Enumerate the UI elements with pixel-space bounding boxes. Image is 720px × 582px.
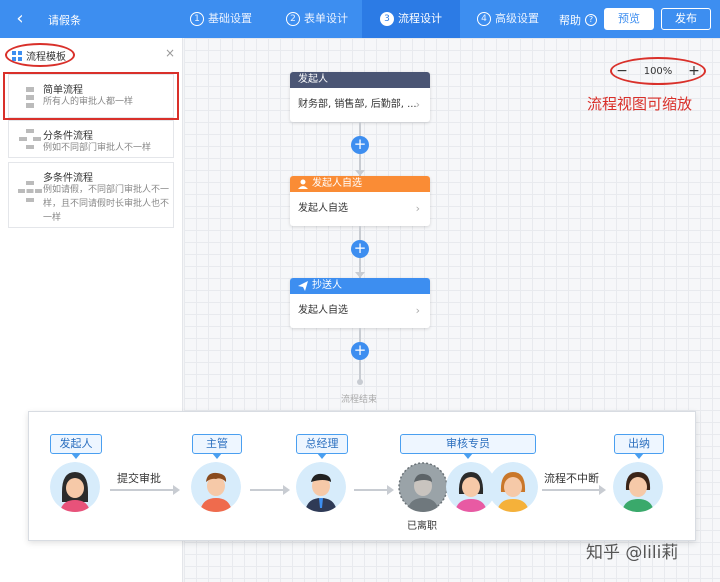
flow-node-cc[interactable]: 抄送人 发起人自选 › [290,278,430,328]
publish-button[interactable]: 发布 [661,8,711,30]
step-number: 2 [286,12,300,26]
end-label: 流程结束 [341,395,378,405]
avatar-initiator-icon [50,462,100,512]
tab-basic-settings[interactable]: 1 基础设置 [190,0,252,38]
continue-label: 流程不中断 [544,472,599,485]
multi-branch-flow-icon [18,181,42,202]
template-multi-conditional[interactable]: 多条件流程 例如请假，不同部门审批人不一样，且不同请假时长审批人也不一样 [8,162,174,228]
step-label: 流程设计 [398,12,442,25]
add-node-button[interactable]: + [351,136,369,154]
close-icon[interactable]: × [165,46,175,60]
node-value: 财务部, 销售部, 后勤部, ... [298,99,417,110]
step-label: 基础设置 [208,12,252,25]
node-header: 发起人 [290,72,430,88]
flow-arrow [354,485,394,495]
avatar-departed-icon [398,462,448,512]
zoom-hint-annotation: 流程视图可缩放 [587,95,693,113]
avatar-cashier-icon [613,462,663,512]
node-body: 财务部, 销售部, 后勤部, ... › [290,88,430,122]
departed-label: 已离职 [407,521,437,532]
user-icon [298,179,308,189]
step-number: 1 [190,12,204,26]
preview-button[interactable]: 预览 [604,8,654,30]
template-name: 多条件流程 [43,173,93,184]
role-label: 出纳 [614,434,664,459]
node-title: 抄送人 [312,280,342,291]
add-node-button[interactable]: + [351,240,369,258]
tab-process-design[interactable]: 3 流程设计 [362,0,460,38]
app-title: 请假条 [48,14,81,27]
avatar-reviewer-icon [488,462,538,512]
role-label: 审核专员 [400,434,536,459]
tab-advanced-settings[interactable]: 4 高级设置 [477,0,539,38]
node-title: 发起人自选 [312,178,362,189]
flow-arrow [110,485,180,495]
role-label: 总经理 [296,434,348,459]
help-link[interactable]: 帮助 ? [559,12,597,28]
template-name: 分条件流程 [43,131,93,142]
avatar-manager-icon [296,462,346,512]
avatar-supervisor-icon [191,462,241,512]
top-bar: ‹ 请假条 1 基础设置 2 表单设计 3 流程设计 4 高级设置 帮助 ? 预… [0,0,720,38]
node-body: 发起人自选 › [290,192,430,226]
tab-form-design[interactable]: 2 表单设计 [286,0,348,38]
node-value: 发起人自选 [298,305,348,316]
node-body: 发起人自选 › [290,294,430,328]
end-dot [357,379,363,385]
node-header: 发起人自选 [290,176,430,192]
step-label: 表单设计 [304,12,348,25]
template-desc: 例如不同部门审批人不一样 [43,143,152,153]
highlight-box [3,72,179,120]
chevron-right-icon: › [415,202,420,215]
flow-node-initiator[interactable]: 发起人 财务部, 销售部, 后勤部, ... › [290,72,430,122]
flow-node-self-select[interactable]: 发起人自选 发起人自选 › [290,176,430,226]
highlight-oval [5,43,75,67]
send-icon [298,281,308,291]
node-title: 发起人 [298,74,328,85]
step-label: 高级设置 [495,12,539,25]
back-button[interactable]: ‹ [10,8,30,30]
highlight-oval [610,57,706,85]
branch-flow-icon [19,129,41,149]
step-number: 4 [477,12,491,26]
add-node-button[interactable]: + [351,342,369,360]
submit-label: 提交审批 [117,472,161,485]
chevron-left-icon: ‹ [16,8,24,29]
role-label: 发起人 [50,434,102,459]
role-label: 主管 [192,434,242,459]
chevron-right-icon: › [415,98,420,111]
question-icon: ? [585,14,597,26]
flow-arrow [250,485,290,495]
template-desc: 例如请假，不同部门审批人不一样，且不同请假时长审批人也不一样 [43,185,170,223]
watermark: 知乎 @lili莉 [586,543,679,563]
flow-arrow [542,485,606,495]
node-header: 抄送人 [290,278,430,294]
step-number: 3 [380,12,394,26]
template-conditional[interactable]: 分条件流程 例如不同部门审批人不一样 [8,120,174,158]
node-value: 发起人自选 [298,203,348,214]
help-label: 帮助 [559,14,581,27]
chevron-right-icon: › [415,304,420,317]
